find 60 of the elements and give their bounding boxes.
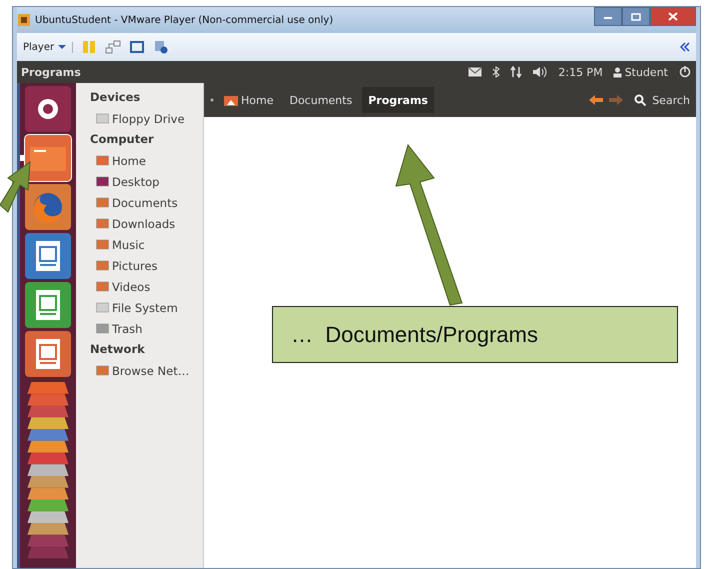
breadcrumb-button[interactable]: Documents [283, 87, 358, 113]
sidebar-item[interactable]: Documents [90, 192, 203, 213]
ubuntu-launcher-icon[interactable] [25, 86, 71, 132]
volume-icon[interactable] [532, 66, 548, 78]
sidebar-item[interactable]: Pictures [90, 255, 203, 276]
drive-icon [96, 113, 109, 124]
sidebar-item[interactable]: Browse Net… [90, 360, 203, 381]
scroll-left-icon[interactable] [210, 98, 214, 102]
folder-icon [96, 197, 109, 208]
sidebar-item[interactable]: Floppy Drive [90, 108, 203, 129]
vmware-icon [17, 13, 31, 27]
search-icon [634, 94, 646, 106]
desktop-icon [96, 176, 109, 187]
sidebar-heading: Computer [90, 131, 155, 148]
breadcrumb-button[interactable]: Programs [362, 87, 434, 113]
sidebar-item[interactable]: Music [90, 234, 203, 255]
maximize-icon [631, 12, 641, 20]
person-icon [612, 66, 622, 78]
caret-icon [58, 44, 66, 50]
drive-icon [96, 302, 109, 313]
calc-launcher-icon[interactable] [25, 282, 71, 328]
mail-icon[interactable] [468, 67, 482, 77]
home-icon [96, 155, 109, 166]
home-folder-icon [224, 94, 238, 106]
close-icon [668, 12, 678, 21]
impress-launcher-icon[interactable] [25, 331, 71, 377]
transfer-icon[interactable] [510, 66, 522, 78]
sidebar-item[interactable]: Trash [90, 318, 203, 339]
network-icon[interactable] [105, 40, 122, 54]
pointer-arrow [0, 160, 31, 213]
window-title: UbuntuStudent - VMware Player (Non-commercial use only) [35, 14, 334, 26]
minimize-button[interactable] [594, 7, 622, 26]
close-button[interactable] [650, 7, 696, 26]
folder-icon [96, 365, 109, 376]
folder-icon [96, 281, 109, 292]
callout-text: … Documents/Programs [291, 322, 538, 348]
bluetooth-icon[interactable] [492, 66, 500, 78]
clock[interactable]: 2:15 PM [558, 66, 603, 78]
maximize-button[interactable] [622, 7, 650, 26]
collapse-icon[interactable] [680, 42, 690, 52]
fullscreen-icon[interactable] [129, 40, 146, 54]
trash-icon [96, 323, 109, 334]
sidebar-heading: Devices [90, 89, 142, 106]
writer-launcher-icon[interactable] [25, 233, 71, 279]
breadcrumb-button[interactable]: Home [218, 87, 280, 113]
power-icon[interactable] [678, 65, 692, 79]
player-menu[interactable]: Player [23, 42, 74, 52]
folder-icon [96, 218, 109, 229]
sidebar-item[interactable]: Downloads [90, 213, 203, 234]
user-menu[interactable]: Student [612, 66, 668, 78]
sidebar-item[interactable]: Videos [90, 276, 203, 297]
sidebar-item[interactable]: File System [90, 297, 203, 318]
folder-icon [96, 239, 109, 250]
folder-icon [96, 260, 109, 271]
sidebar-item[interactable]: Desktop [90, 171, 203, 192]
sidebar-heading: Network [90, 341, 146, 358]
sidebar-item[interactable]: Home [90, 150, 203, 171]
search-button[interactable]: Search [634, 94, 690, 106]
back-arrow-icon[interactable] [588, 94, 604, 106]
window-title: Programs [21, 66, 81, 78]
